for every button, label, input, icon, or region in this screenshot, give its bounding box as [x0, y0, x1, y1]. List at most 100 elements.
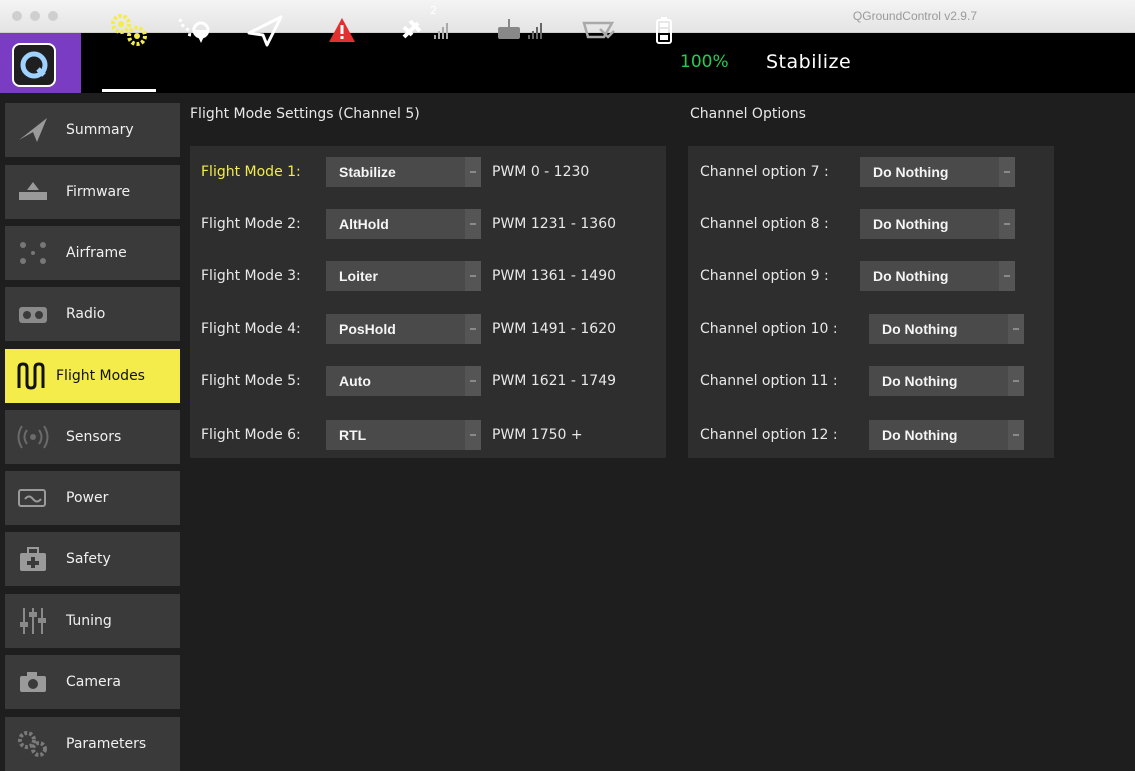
settings-gears-icon[interactable]	[100, 0, 158, 60]
flight-mode-4-label: Flight Mode 4:	[201, 321, 301, 337]
safety-icon	[14, 544, 52, 574]
flight-mode-5-pwm: PWM 1621 - 1749	[492, 373, 617, 389]
select-value: Do Nothing	[882, 321, 958, 337]
flight-mode-settings-title: Flight Mode Settings (Channel 5)	[190, 106, 420, 122]
sidebar-item-label: Tuning	[66, 613, 112, 629]
gps-sat-count: 2	[430, 4, 437, 17]
channel-option-11-label: Channel option 11 :	[700, 373, 838, 389]
flight-mode-panel	[190, 146, 666, 458]
window-title: QGroundControl v2.9.7	[852, 9, 977, 23]
channel-option-10-label: Channel option 10 :	[700, 321, 838, 337]
channel-options-panel	[688, 146, 1054, 458]
select-value: Do Nothing	[873, 216, 949, 232]
qgc-logo-icon	[12, 43, 56, 87]
select-value: Auto	[339, 373, 371, 389]
sidebar-item-label: Sensors	[66, 429, 122, 445]
dropdown-arrow-icon	[1008, 314, 1024, 344]
telemetry-icon[interactable]	[575, 0, 625, 60]
select-value: Do Nothing	[873, 268, 949, 284]
select-value: Stabilize	[339, 164, 396, 180]
flight-mode-1-label: Flight Mode 1:	[201, 164, 301, 180]
airframe-icon	[14, 238, 52, 268]
sidebar-item-label: Power	[66, 490, 109, 506]
sidebar-item-label: Radio	[66, 306, 106, 322]
plan-route-icon[interactable]	[170, 0, 220, 60]
select-value: Do Nothing	[882, 427, 958, 443]
channel-option-12-select[interactable]: Do Nothing	[869, 420, 1024, 450]
radio-icon	[14, 299, 52, 329]
dropdown-arrow-icon	[465, 420, 481, 450]
close-window-button[interactable]	[12, 11, 22, 21]
flight-mode-6-select[interactable]: RTL	[326, 420, 481, 450]
dropdown-arrow-icon	[465, 366, 481, 396]
sidebar-item-tuning[interactable]: Tuning	[5, 594, 180, 648]
sidebar-item-label: Airframe	[66, 245, 127, 261]
sidebar-item-summary[interactable]: Summary	[5, 103, 180, 157]
sidebar-item-radio[interactable]: Radio	[5, 287, 180, 341]
fly-plane-icon[interactable]	[240, 0, 290, 60]
dropdown-arrow-icon	[1008, 366, 1024, 396]
parameters-gears-icon	[14, 729, 52, 759]
channel-option-11-select[interactable]: Do Nothing	[869, 366, 1024, 396]
tuning-sliders-icon	[14, 606, 52, 636]
channel-option-10-select[interactable]: Do Nothing	[869, 314, 1024, 344]
flight-mode-5-select[interactable]: Auto	[326, 366, 481, 396]
sidebar-item-flight-modes[interactable]: Flight Modes	[5, 349, 180, 403]
warning-icon[interactable]	[322, 0, 362, 60]
sidebar-item-power[interactable]: Power	[5, 471, 180, 525]
flight-mode-4-pwm: PWM 1491 - 1620	[492, 321, 617, 337]
flight-mode-2-select[interactable]: AltHold	[326, 209, 481, 239]
channel-option-9-label: Channel option 9 :	[700, 268, 829, 284]
sidebar-item-label: Flight Modes	[56, 368, 145, 384]
channel-options-title: Channel Options	[690, 106, 806, 122]
flight-mode-1-pwm: PWM 0 - 1230	[492, 164, 590, 180]
dropdown-arrow-icon	[465, 261, 481, 291]
dropdown-arrow-icon	[1008, 420, 1024, 450]
flight-mode-2-label: Flight Mode 2:	[201, 216, 301, 232]
channel-option-9-select[interactable]: Do Nothing	[860, 261, 1015, 291]
minimize-window-button[interactable]	[30, 11, 40, 21]
sidebar-item-parameters[interactable]: Parameters	[5, 717, 180, 771]
sidebar-item-sensors[interactable]: Sensors	[5, 410, 180, 464]
flight-mode-3-select[interactable]: Loiter	[326, 261, 481, 291]
flight-mode-4-select[interactable]: PosHold	[326, 314, 481, 344]
select-value: PosHold	[339, 321, 396, 337]
channel-option-8-select[interactable]: Do Nothing	[860, 209, 1015, 239]
sidebar-item-camera[interactable]: Camera	[5, 655, 180, 709]
camera-icon	[14, 667, 52, 697]
flight-mode-6-pwm: PWM 1750 +	[492, 427, 583, 443]
summary-plane-icon	[14, 115, 52, 145]
sidebar-item-label: Safety	[66, 551, 111, 567]
flight-modes-icon	[14, 361, 52, 391]
current-flight-mode[interactable]: Stabilize	[766, 51, 851, 73]
gps-signal-icon[interactable]: 2	[396, 0, 466, 60]
dropdown-arrow-icon	[999, 209, 1015, 239]
flight-mode-2-pwm: PWM 1231 - 1360	[492, 216, 617, 232]
channel-option-7-select[interactable]: Do Nothing	[860, 157, 1015, 187]
zoom-window-button[interactable]	[48, 11, 58, 21]
sidebar-item-label: Camera	[66, 674, 121, 690]
dropdown-arrow-icon	[465, 209, 481, 239]
sidebar-item-safety[interactable]: Safety	[5, 532, 180, 586]
power-icon	[14, 483, 52, 513]
channel-option-7-label: Channel option 7 :	[700, 164, 829, 180]
flight-mode-3-label: Flight Mode 3:	[201, 268, 301, 284]
rc-signal-icon[interactable]	[490, 0, 560, 60]
channel-option-12-label: Channel option 12 :	[700, 427, 838, 443]
sidebar-item-airframe[interactable]: Airframe	[5, 226, 180, 280]
flight-mode-1-select[interactable]: Stabilize	[326, 157, 481, 187]
battery-percent: 100%	[680, 52, 729, 72]
flight-mode-5-label: Flight Mode 5:	[201, 373, 301, 389]
dropdown-arrow-icon	[465, 314, 481, 344]
sidebar-item-label: Parameters	[66, 736, 147, 752]
sidebar-item-firmware[interactable]: Firmware	[5, 165, 180, 219]
sidebar-item-label: Firmware	[66, 184, 131, 200]
qgc-logo-button[interactable]	[0, 33, 81, 93]
firmware-icon	[14, 177, 52, 207]
dropdown-arrow-icon	[999, 261, 1015, 291]
active-tab-indicator	[102, 89, 156, 92]
channel-option-8-label: Channel option 8 :	[700, 216, 829, 232]
select-value: AltHold	[339, 216, 389, 232]
setup-sidebar: Summary Firmware Airframe Radio Flight M…	[0, 96, 182, 771]
select-value: Loiter	[339, 268, 378, 284]
